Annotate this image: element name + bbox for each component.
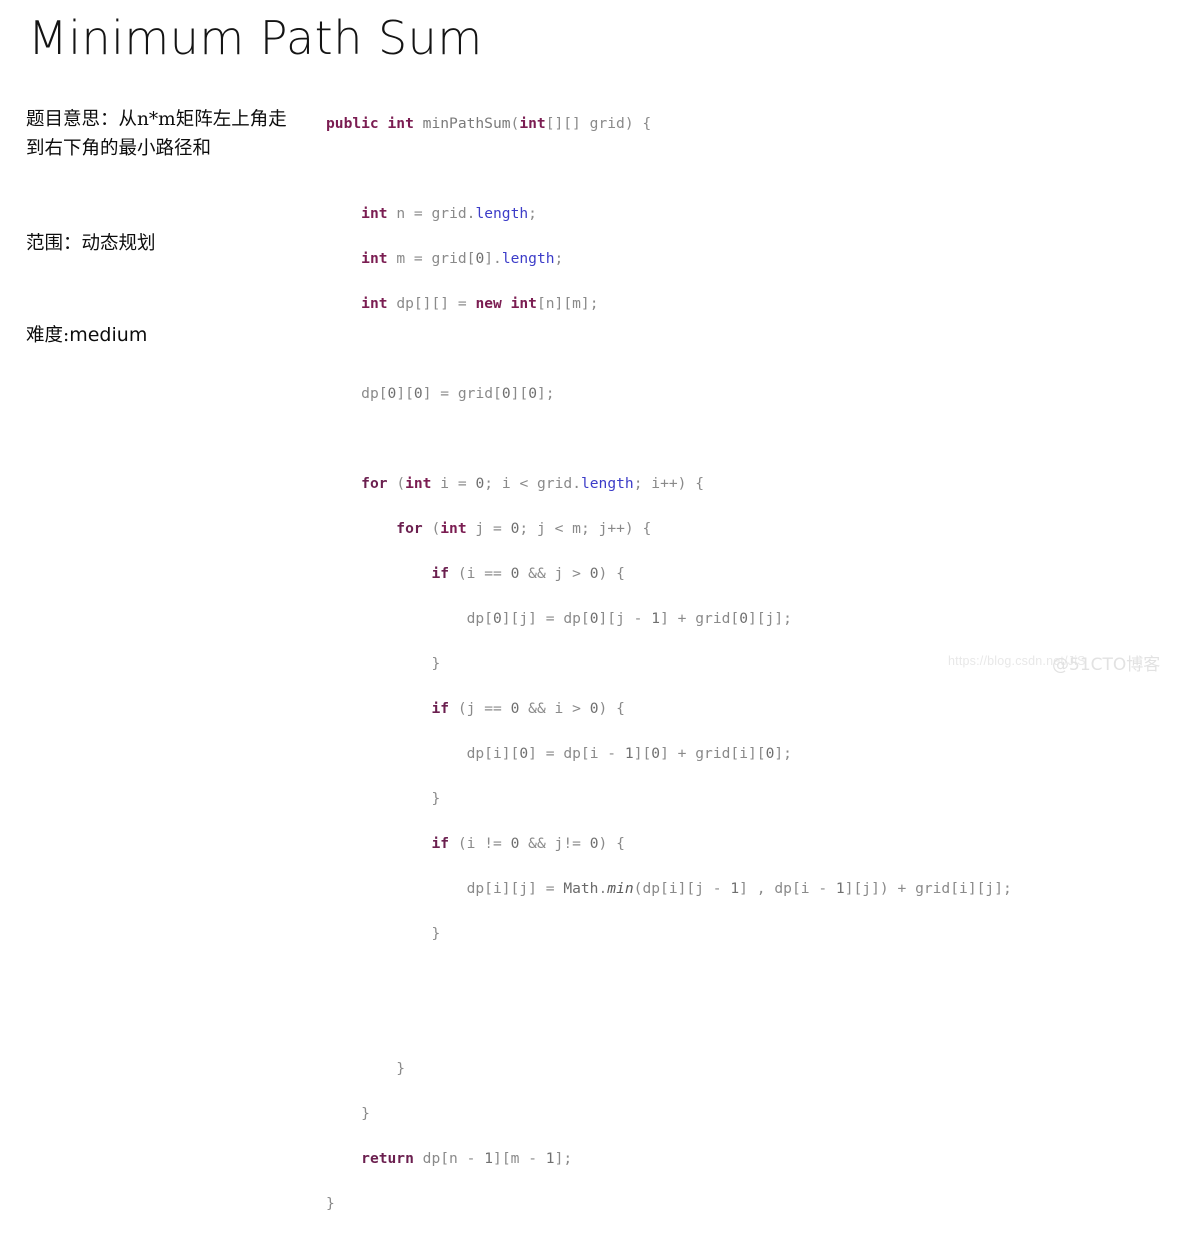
code-line: int dp[][] = new int[n][m];	[361, 294, 599, 312]
code-line: int n = grid.length;	[361, 204, 537, 222]
note-difficulty-label: 难度:	[26, 325, 70, 346]
code-block: public int minPathSum(int[][] grid) { in…	[326, 90, 1012, 1260]
code-line: dp[i][0] = dp[i - 1][0] + grid[i][0];	[466, 744, 792, 762]
code-line: }	[431, 654, 441, 672]
code-line: if (i != 0 && j!= 0) {	[431, 834, 625, 852]
code-line: }	[326, 1194, 335, 1212]
code-line: dp[0][0] = grid[0][0];	[361, 384, 555, 402]
code-line: public int minPathSum(int[][] grid) {	[326, 114, 652, 132]
code-line: if (i == 0 && j > 0) {	[431, 564, 625, 582]
code-line: for (int i = 0; i < grid.length; i++) {	[361, 474, 705, 492]
code-line: if (j == 0 && i > 0) {	[431, 699, 625, 717]
code-line: int m = grid[0].length;	[361, 249, 564, 267]
note-difficulty-value: medium	[69, 324, 148, 346]
code-line: dp[i][j] = Math.min(dp[i][j - 1] , dp[i …	[466, 879, 1012, 897]
code-line: }	[431, 789, 441, 807]
note-description: 题目意思：从n*m矩阵左上角走到右下角的最小路径和	[26, 109, 287, 159]
slide-canvas: Minimum Path Sum 题目意思：从n*m矩阵左上角走到右下角的最小路…	[0, 0, 1184, 1212]
notes-column: 题目意思：从n*m矩阵左上角走到右下角的最小路径和 范围：动态规划 难度:med…	[26, 105, 298, 350]
code-line: }	[431, 924, 441, 942]
note-difficulty: 难度:medium	[26, 321, 298, 350]
note-scope: 范围：动态规划	[26, 233, 156, 254]
code-line: }	[396, 1059, 406, 1077]
code-line: return dp[n - 1][m - 1];	[361, 1149, 573, 1167]
51cto-watermark: @51CTO博客	[1052, 655, 1161, 675]
code-line: for (int j = 0; j < m; j++) {	[396, 519, 652, 537]
page-title: Minimum Path Sum	[28, 11, 483, 65]
code-line: dp[0][j] = dp[0][j - 1] + grid[0][j];	[466, 609, 792, 627]
code-line: }	[361, 1104, 370, 1122]
